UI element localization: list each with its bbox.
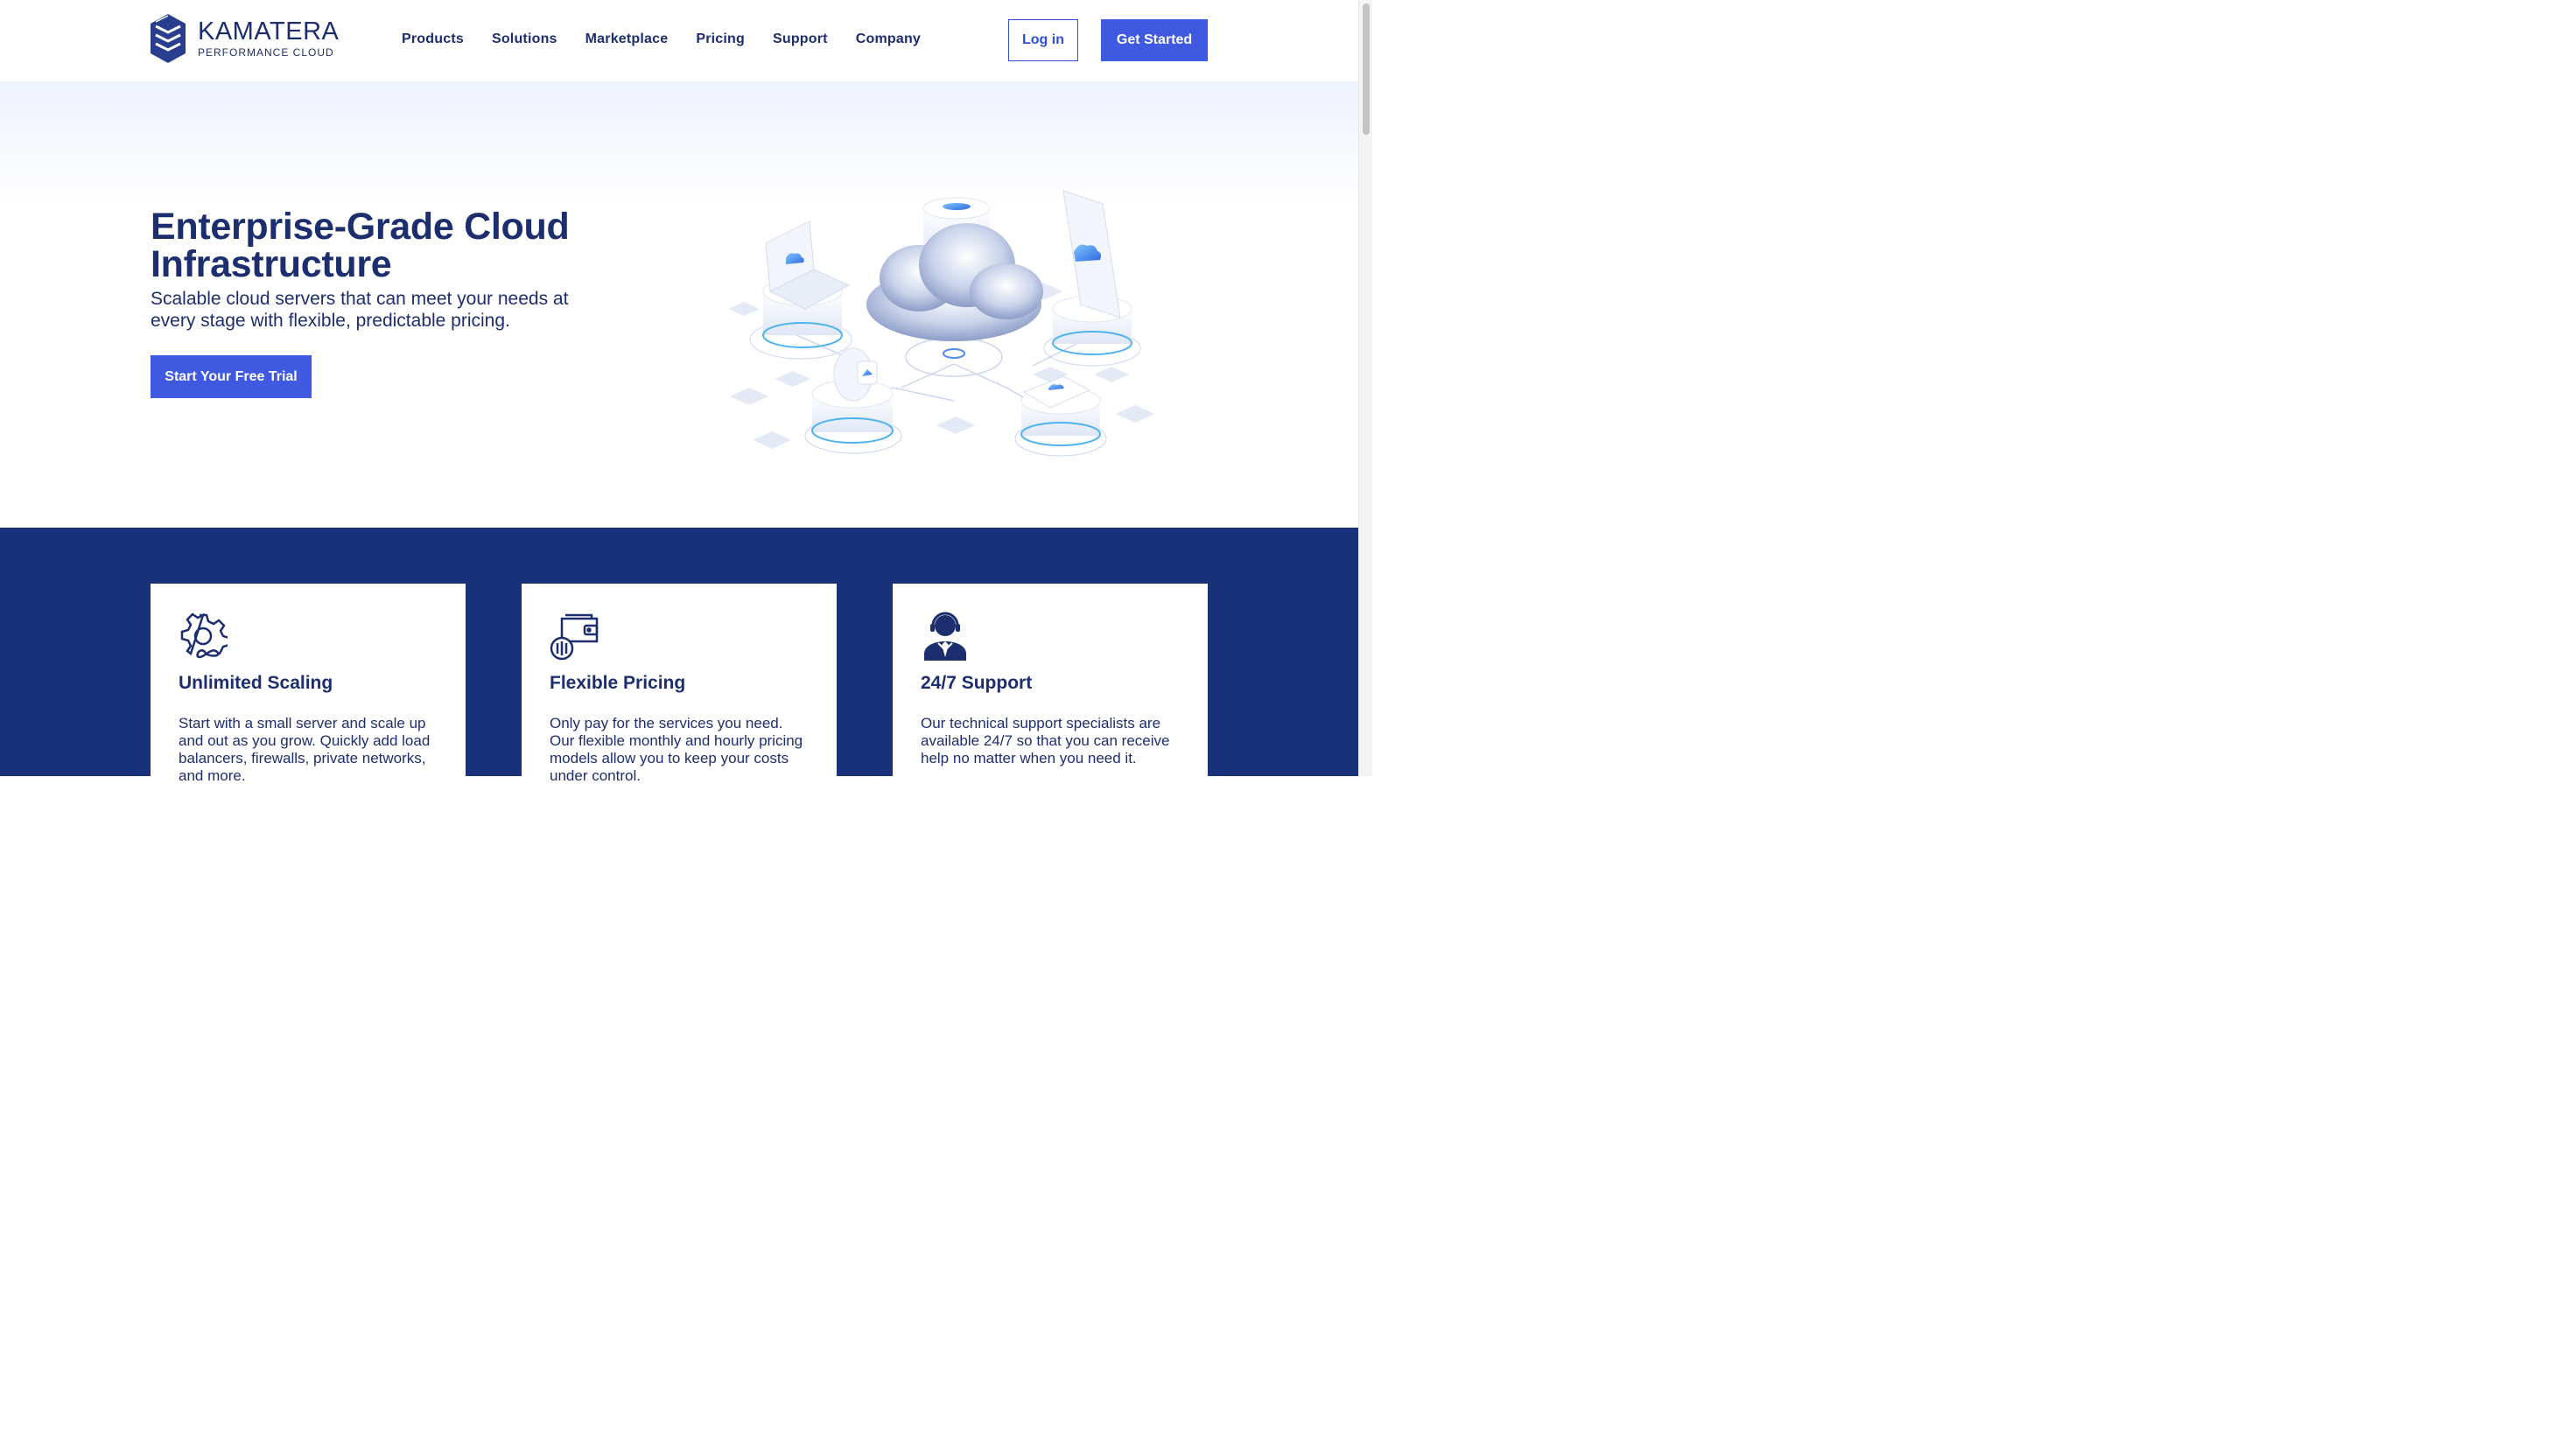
nav-pricing[interactable]: Pricing	[696, 32, 745, 47]
feature-text: Start with a small server and scale up a…	[179, 715, 431, 784]
headset-agent-icon	[924, 612, 966, 661]
gear-infinity-icon	[180, 612, 228, 659]
wallet-icon	[550, 613, 599, 661]
nav-products[interactable]: Products	[402, 32, 464, 47]
feature-card-support: 24/7 Support Our technical support speci…	[893, 584, 1208, 794]
cloud-infrastructure-illustration	[728, 190, 1154, 457]
nav-support[interactable]: Support	[773, 32, 828, 47]
hero-title: Enterprise-Grade Cloud Infrastructure	[151, 206, 570, 285]
brand-name: KAMATERA	[198, 18, 340, 46]
feature-card-pricing: Flexible Pricing Only pay for the servic…	[522, 584, 837, 794]
nav-company[interactable]: Company	[856, 32, 921, 47]
features-band: Unlimited Scaling Start with a small ser…	[0, 528, 1358, 794]
nav-solutions[interactable]: Solutions	[492, 32, 557, 47]
feature-title: Flexible Pricing	[550, 673, 686, 693]
page-scrollbar[interactable]	[1358, 0, 1372, 776]
main-nav: Products Solutions Marketplace Pricing S…	[402, 32, 921, 47]
hero-subtitle: Scalable cloud servers that can meet you…	[151, 289, 569, 331]
feature-title: 24/7 Support	[921, 673, 1033, 693]
free-trial-button[interactable]: Start Your Free Trial	[151, 355, 312, 398]
login-button[interactable]: Log in	[1008, 19, 1078, 61]
feature-title: Unlimited Scaling	[179, 673, 333, 693]
nav-marketplace[interactable]: Marketplace	[585, 32, 669, 47]
kamatera-logo-icon	[151, 14, 186, 63]
scrollbar-thumb[interactable]	[1363, 4, 1370, 135]
feature-text: Our technical support specialists are av…	[921, 715, 1170, 766]
brand-tagline: PERFORMANCE CLOUD	[198, 46, 334, 59]
feature-text: Only pay for the services you need. Our …	[550, 715, 803, 784]
site-header: KAMATERA PERFORMANCE CLOUD Products Solu…	[0, 0, 1358, 81]
brand-logo[interactable]: KAMATERA PERFORMANCE CLOUD	[151, 14, 339, 63]
hero-section: Enterprise-Grade Cloud Infrastructure Sc…	[0, 81, 1358, 528]
feature-card-scaling: Unlimited Scaling Start with a small ser…	[151, 584, 466, 794]
get-started-button[interactable]: Get Started	[1101, 19, 1208, 61]
